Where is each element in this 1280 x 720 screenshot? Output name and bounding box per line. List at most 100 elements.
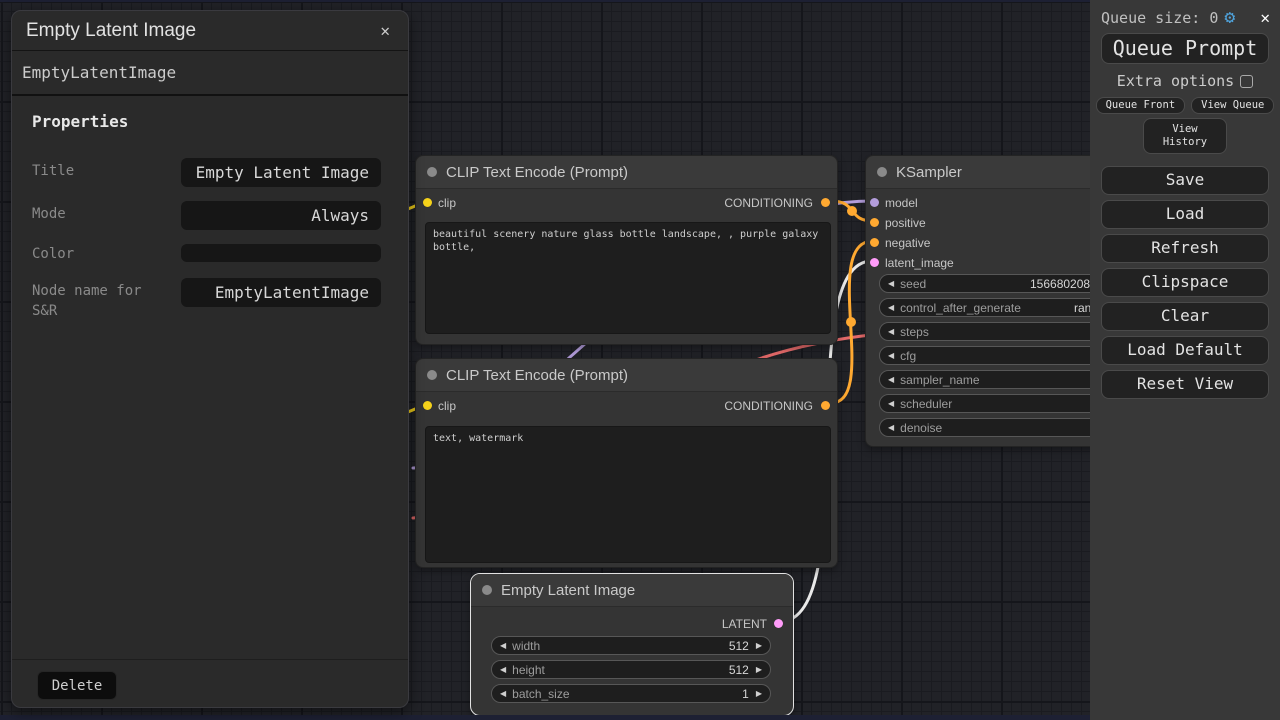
view-queue-button[interactable]: View Queue: [1191, 97, 1274, 114]
node-clip-text-encode-positive[interactable]: CLIP Text Encode (Prompt) clip CONDITION…: [415, 155, 838, 345]
node-clip-text-encode-negative[interactable]: CLIP Text Encode (Prompt) clip CONDITION…: [415, 358, 838, 568]
output-slot-conditioning[interactable]: [821, 198, 830, 207]
widget-height[interactable]: ◀ height 512 ▶: [491, 660, 771, 679]
canvas-top-edge: [0, 0, 1280, 2]
node-empty-latent-image[interactable]: Empty Latent Image LATENT ◀ width 512 ▶ …: [470, 573, 794, 716]
input-slot-positive[interactable]: [870, 218, 879, 227]
decrement-arrow-icon[interactable]: ◀: [888, 328, 894, 336]
load-default-button[interactable]: Load Default: [1101, 336, 1269, 365]
clipspace-button[interactable]: Clipspace: [1101, 268, 1269, 297]
refresh-button[interactable]: Refresh: [1101, 234, 1269, 263]
input-slot-label: latent_image: [885, 256, 954, 270]
node-name-sr-input[interactable]: EmptyLatentImage: [181, 278, 381, 307]
widget-label: sampler_name: [900, 373, 979, 387]
extra-options-checkbox[interactable]: [1240, 75, 1253, 88]
extra-options-label: Extra options: [1117, 72, 1234, 90]
decrement-arrow-icon[interactable]: ◀: [888, 400, 894, 408]
input-slot-label: negative: [885, 236, 930, 250]
node-title: Empty Latent Image: [501, 582, 635, 599]
queue-prompt-button[interactable]: Queue Prompt: [1101, 33, 1269, 64]
queue-sidebar: Queue size: 0 ⚙ ✕ Queue Prompt Extra opt…: [1090, 0, 1280, 720]
decrement-arrow-icon[interactable]: ◀: [500, 690, 506, 698]
widget-width[interactable]: ◀ width 512 ▶: [491, 636, 771, 655]
collapse-dot-icon[interactable]: [877, 167, 887, 177]
widget-label: cfg: [900, 349, 916, 363]
output-slot-conditioning[interactable]: [821, 401, 830, 410]
node-name-field[interactable]: EmptyLatentImage: [12, 51, 408, 96]
decrement-arrow-icon[interactable]: ◀: [888, 376, 894, 384]
properties-heading: Properties: [32, 112, 408, 131]
reset-view-button[interactable]: Reset View: [1101, 370, 1269, 399]
input-slot-latent-image[interactable]: [870, 258, 879, 267]
sidebar-main-buttons: Save Load Refresh Clipspace Clear Load D…: [1090, 166, 1280, 399]
color-input[interactable]: [181, 244, 381, 262]
node-title: KSampler: [896, 164, 962, 181]
node-header[interactable]: CLIP Text Encode (Prompt): [416, 359, 837, 392]
collapse-dot-icon[interactable]: [427, 370, 437, 380]
widget-label: width: [512, 639, 540, 653]
input-slot-label: clip: [438, 399, 456, 413]
input-slot-negative[interactable]: [870, 238, 879, 247]
property-label: Node name for S&R: [32, 281, 164, 321]
mode-select[interactable]: Always: [181, 201, 381, 230]
widget-value: 512: [729, 639, 749, 653]
decrement-arrow-icon[interactable]: ◀: [888, 424, 894, 432]
load-button[interactable]: Load: [1101, 200, 1269, 229]
widget-label: scheduler: [900, 397, 952, 411]
node-header[interactable]: CLIP Text Encode (Prompt): [416, 156, 837, 189]
input-slot-label: model: [885, 196, 918, 210]
widget-label: seed: [900, 277, 926, 291]
input-slot-label: positive: [885, 216, 926, 230]
queue-small-buttons: Queue Front View Queue: [1090, 97, 1280, 114]
extra-options-row: Extra options: [1090, 72, 1280, 90]
panel-divider: [12, 659, 408, 660]
increment-arrow-icon[interactable]: ▶: [756, 642, 762, 650]
output-slot-label: LATENT: [722, 617, 767, 631]
increment-arrow-icon[interactable]: ▶: [756, 690, 762, 698]
widget-value: 1: [742, 687, 749, 701]
decrement-arrow-icon[interactable]: ◀: [888, 304, 894, 312]
queue-size-row: Queue size: 0 ⚙ ✕: [1090, 0, 1280, 31]
gear-icon[interactable]: ⚙: [1224, 9, 1235, 27]
view-history-button[interactable]: View History: [1143, 118, 1227, 154]
collapse-dot-icon[interactable]: [427, 167, 437, 177]
input-slot-clip[interactable]: [423, 198, 432, 207]
decrement-arrow-icon[interactable]: ◀: [888, 280, 894, 288]
panel-title: Empty Latent Image: [26, 20, 196, 42]
input-slot-clip[interactable]: [423, 401, 432, 410]
decrement-arrow-icon[interactable]: ◀: [500, 642, 506, 650]
increment-arrow-icon[interactable]: ▶: [756, 666, 762, 674]
property-label: Color: [32, 244, 164, 264]
decrement-arrow-icon[interactable]: ◀: [500, 666, 506, 674]
property-label: Title: [32, 161, 164, 181]
save-button[interactable]: Save: [1101, 166, 1269, 195]
widget-label: batch_size: [512, 687, 569, 701]
title-input[interactable]: Empty Latent Image: [181, 158, 381, 187]
node-title: CLIP Text Encode (Prompt): [446, 367, 628, 384]
input-slot-label: clip: [438, 196, 456, 210]
clear-button[interactable]: Clear: [1101, 302, 1269, 331]
widget-batch-size[interactable]: ◀ batch_size 1 ▶: [491, 684, 771, 703]
output-slot-label: CONDITIONING: [724, 196, 813, 210]
queue-size-label: Queue size: 0: [1101, 9, 1218, 27]
decrement-arrow-icon[interactable]: ◀: [888, 352, 894, 360]
node-properties-panel: Empty Latent Image ✕ EmptyLatentImage Pr…: [11, 10, 409, 708]
collapse-dot-icon[interactable]: [482, 585, 492, 595]
node-title: CLIP Text Encode (Prompt): [446, 164, 628, 181]
widget-value: 1566802087: [1030, 277, 1097, 291]
property-label: Mode: [32, 204, 164, 224]
input-slot-model[interactable]: [870, 198, 879, 207]
node-header[interactable]: Empty Latent Image: [471, 574, 793, 607]
panel-titlebar: Empty Latent Image ✕: [12, 11, 408, 51]
widget-label: denoise: [900, 421, 942, 435]
close-icon[interactable]: ✕: [376, 19, 394, 42]
queue-front-button[interactable]: Queue Front: [1096, 97, 1186, 114]
prompt-textarea[interactable]: beautiful scenery nature glass bottle la…: [425, 222, 831, 334]
prompt-textarea[interactable]: text, watermark: [425, 426, 831, 563]
output-slot-latent[interactable]: [774, 619, 783, 628]
comfyui-app: { "colors": { "link_clip": "#f5d21a", "l…: [0, 0, 1280, 720]
output-slot-label: CONDITIONING: [724, 399, 813, 413]
widget-label: control_after_generate: [900, 301, 1021, 315]
close-icon[interactable]: ✕: [1260, 8, 1270, 27]
delete-button[interactable]: Delete: [37, 671, 117, 700]
